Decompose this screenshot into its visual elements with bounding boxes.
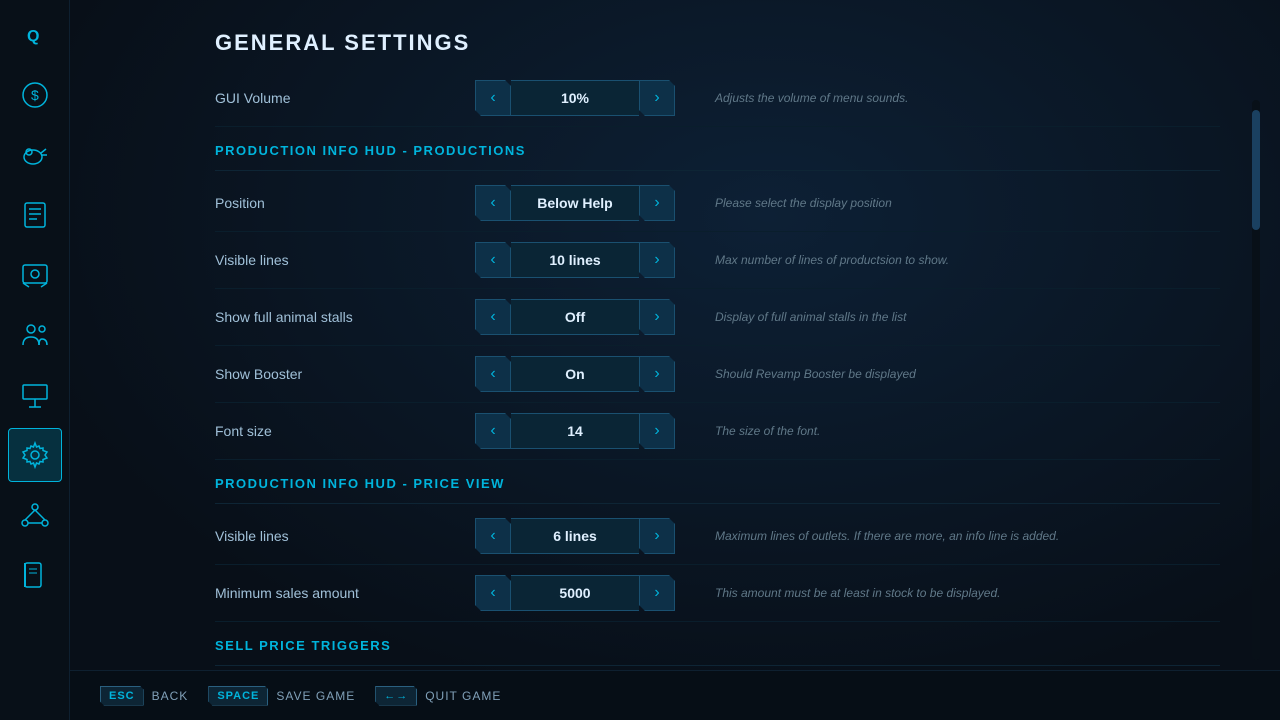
minimum-sales-value: 5000 — [511, 575, 639, 611]
position-decrease-btn[interactable]: ‹ — [475, 185, 511, 221]
setting-row-visible-lines-prod: Visible lines ‹ 10 lines › Max number of… — [215, 232, 1220, 289]
setting-control-booster: ‹ On › — [475, 356, 675, 392]
sidebar-item-settings[interactable] — [8, 428, 62, 482]
setting-control-gui-volume: ‹ 10% › — [475, 80, 675, 116]
visible-lines-prod-decrease-btn[interactable]: ‹ — [475, 242, 511, 278]
booster-increase-btn[interactable]: › — [639, 356, 675, 392]
setting-row-visible-lines-price: Visible lines ‹ 6 lines › Maximum lines … — [215, 508, 1220, 565]
setting-control-visible-lines-prod: ‹ 10 lines › — [475, 242, 675, 278]
sidebar: Q $ — [0, 0, 70, 720]
visible-lines-price-increase-btn[interactable]: › — [639, 518, 675, 554]
setting-label-minimum-sales: Minimum sales amount — [215, 585, 475, 601]
setting-row-minimum-sales: Minimum sales amount ‹ 5000 › This amoun… — [215, 565, 1220, 622]
back-button[interactable]: ESC BACK — [100, 686, 188, 706]
setting-desc-gui-volume: Adjusts the volume of menu sounds. — [715, 91, 1220, 105]
animal-stalls-decrease-btn[interactable]: ‹ — [475, 299, 511, 335]
sidebar-item-billboard[interactable] — [8, 368, 62, 422]
setting-control-minimum-sales: ‹ 5000 › — [475, 575, 675, 611]
visible-lines-prod-increase-btn[interactable]: › — [639, 242, 675, 278]
setting-label-visible-lines-prod: Visible lines — [215, 252, 475, 268]
setting-control-position: ‹ Below Help › — [475, 185, 675, 221]
setting-label-booster: Show Booster — [215, 366, 475, 382]
setting-row-booster: Show Booster ‹ On › Should Revamp Booste… — [215, 346, 1220, 403]
sidebar-item-employees[interactable] — [8, 308, 62, 362]
quit-game-label: QUIT GAME — [425, 689, 501, 703]
section-header-sell-triggers: SELL PRICE TRIGGERS — [215, 622, 1220, 666]
booster-decrease-btn[interactable]: ‹ — [475, 356, 511, 392]
bottom-bar: ESC BACK SPACE SAVE GAME ←→ QUIT GAME — [70, 670, 1280, 720]
gui-volume-decrease-btn[interactable]: ‹ — [475, 80, 511, 116]
booster-value: On — [511, 356, 639, 392]
position-value: Below Help — [511, 185, 639, 221]
minimum-sales-decrease-btn[interactable]: ‹ — [475, 575, 511, 611]
font-size-value: 14 — [511, 413, 639, 449]
setting-row-position: Position ‹ Below Help › Please select th… — [215, 175, 1220, 232]
gui-volume-increase-btn[interactable]: › — [639, 80, 675, 116]
sidebar-item-book[interactable] — [8, 548, 62, 602]
setting-label-position: Position — [215, 195, 475, 211]
quit-game-button[interactable]: ←→ QUIT GAME — [375, 686, 501, 706]
setting-control-visible-lines-price: ‹ 6 lines › — [475, 518, 675, 554]
setting-control-animal-stalls: ‹ Off › — [475, 299, 675, 335]
animal-stalls-increase-btn[interactable]: › — [639, 299, 675, 335]
sidebar-item-q[interactable]: Q — [8, 8, 62, 62]
setting-row-animal-stalls: Show full animal stalls ‹ Off › Display … — [215, 289, 1220, 346]
esc-key-badge: ESC — [100, 686, 144, 706]
section-header-price-view: PRODUCTION INFO HUD - PRICE VIEW — [215, 460, 1220, 504]
section-header-production-hud: PRODUCTION INFO HUD - PRODUCTIONS — [215, 127, 1220, 171]
minimum-sales-increase-btn[interactable]: › — [639, 575, 675, 611]
font-size-increase-btn[interactable]: › — [639, 413, 675, 449]
sidebar-item-animals[interactable] — [8, 128, 62, 182]
sidebar-item-contracts[interactable] — [8, 188, 62, 242]
back-label: BACK — [152, 689, 189, 703]
setting-label-animal-stalls: Show full animal stalls — [215, 309, 475, 325]
visible-lines-price-value: 6 lines — [511, 518, 639, 554]
setting-label-font-size: Font size — [215, 423, 475, 439]
setting-row-gui-volume: GUI Volume ‹ 10% › Adjusts the volume of… — [215, 76, 1220, 127]
svg-text:Q: Q — [27, 28, 39, 45]
setting-desc-minimum-sales: This amount must be at least in stock to… — [715, 586, 1220, 600]
content-area[interactable]: GUI Volume ‹ 10% › Adjusts the volume of… — [70, 76, 1280, 720]
setting-desc-booster: Should Revamp Booster be displayed — [715, 367, 1220, 381]
font-size-decrease-btn[interactable]: ‹ — [475, 413, 511, 449]
setting-row-font-size: Font size ‹ 14 › The size of the font. — [215, 403, 1220, 460]
sidebar-item-hud[interactable] — [8, 248, 62, 302]
setting-label-visible-lines-price: Visible lines — [215, 528, 475, 544]
setting-desc-visible-lines-price: Maximum lines of outlets. If there are m… — [715, 529, 1220, 543]
visible-lines-prod-value: 10 lines — [511, 242, 639, 278]
sidebar-item-economy[interactable]: $ — [8, 68, 62, 122]
page-title: GENERAL SETTINGS — [70, 0, 1280, 76]
main-content: GENERAL SETTINGS GUI Volume ‹ 10% › Adju… — [70, 0, 1280, 720]
save-game-button[interactable]: SPACE SAVE GAME — [208, 686, 355, 706]
gui-volume-value: 10% — [511, 80, 639, 116]
setting-label-gui-volume: GUI Volume — [215, 90, 475, 106]
animal-stalls-value: Off — [511, 299, 639, 335]
space-key-badge: SPACE — [208, 686, 268, 706]
arrow-key-badge: ←→ — [375, 686, 417, 706]
setting-desc-visible-lines-prod: Max number of lines of productsion to sh… — [715, 253, 1220, 267]
visible-lines-price-decrease-btn[interactable]: ‹ — [475, 518, 511, 554]
sidebar-item-network[interactable] — [8, 488, 62, 542]
save-game-label: SAVE GAME — [276, 689, 355, 703]
setting-desc-animal-stalls: Display of full animal stalls in the lis… — [715, 310, 1220, 324]
svg-text:$: $ — [31, 87, 39, 103]
setting-control-font-size: ‹ 14 › — [475, 413, 675, 449]
position-increase-btn[interactable]: › — [639, 185, 675, 221]
setting-desc-font-size: The size of the font. — [715, 424, 1220, 438]
setting-desc-position: Please select the display position — [715, 196, 1220, 210]
